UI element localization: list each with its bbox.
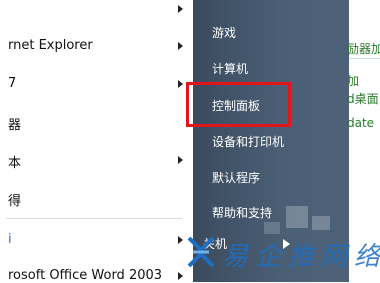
- menu-item-devices-printers[interactable]: 设备和打印机: [212, 133, 284, 150]
- bg-text-fragment: 加: [347, 74, 360, 88]
- programs-list: rnet Explorer 7 器 本 得 i rosoft Office Wo…: [0, 0, 193, 283]
- bg-separator: [349, 58, 380, 59]
- submenu-arrow-icon[interactable]: [178, 80, 183, 88]
- bg-text-fragment: date: [347, 116, 375, 130]
- menu-item-games[interactable]: 游戏: [212, 24, 236, 41]
- blur-artifact: [312, 216, 330, 230]
- program-item-word-2003[interactable]: rosoft Office Word 2003: [8, 268, 162, 283]
- program-item-7[interactable]: i: [8, 232, 12, 247]
- bg-text-fragment: d桌面: [347, 92, 379, 106]
- program-item-5[interactable]: 本: [8, 152, 21, 171]
- program-item-4[interactable]: 器: [8, 114, 21, 133]
- watermark-text: 易企推网络: [222, 242, 380, 272]
- menu-item-computer[interactable]: 计算机: [212, 60, 248, 77]
- program-item-internet-explorer[interactable]: rnet Explorer: [8, 38, 93, 53]
- blur-artifact: [264, 222, 280, 234]
- menu-item-help-support[interactable]: 帮助和支持: [212, 204, 272, 221]
- menu-divider: [6, 218, 182, 219]
- submenu-arrow-icon[interactable]: [178, 5, 183, 13]
- blur-artifact: [286, 206, 308, 228]
- program-item-6[interactable]: 得: [8, 190, 21, 209]
- submenu-arrow-icon[interactable]: [178, 236, 183, 244]
- bg-text-fragment: 励器加: [347, 42, 380, 56]
- submenu-arrow-icon[interactable]: [178, 42, 183, 50]
- menu-item-default-programs[interactable]: 默认程序: [212, 169, 260, 186]
- highlight-box: [186, 82, 291, 127]
- submenu-arrow-icon[interactable]: [178, 156, 183, 164]
- watermark-logo-icon: [187, 236, 215, 268]
- submenu-arrow-icon[interactable]: [178, 272, 183, 280]
- program-item-3[interactable]: 7: [8, 76, 16, 91]
